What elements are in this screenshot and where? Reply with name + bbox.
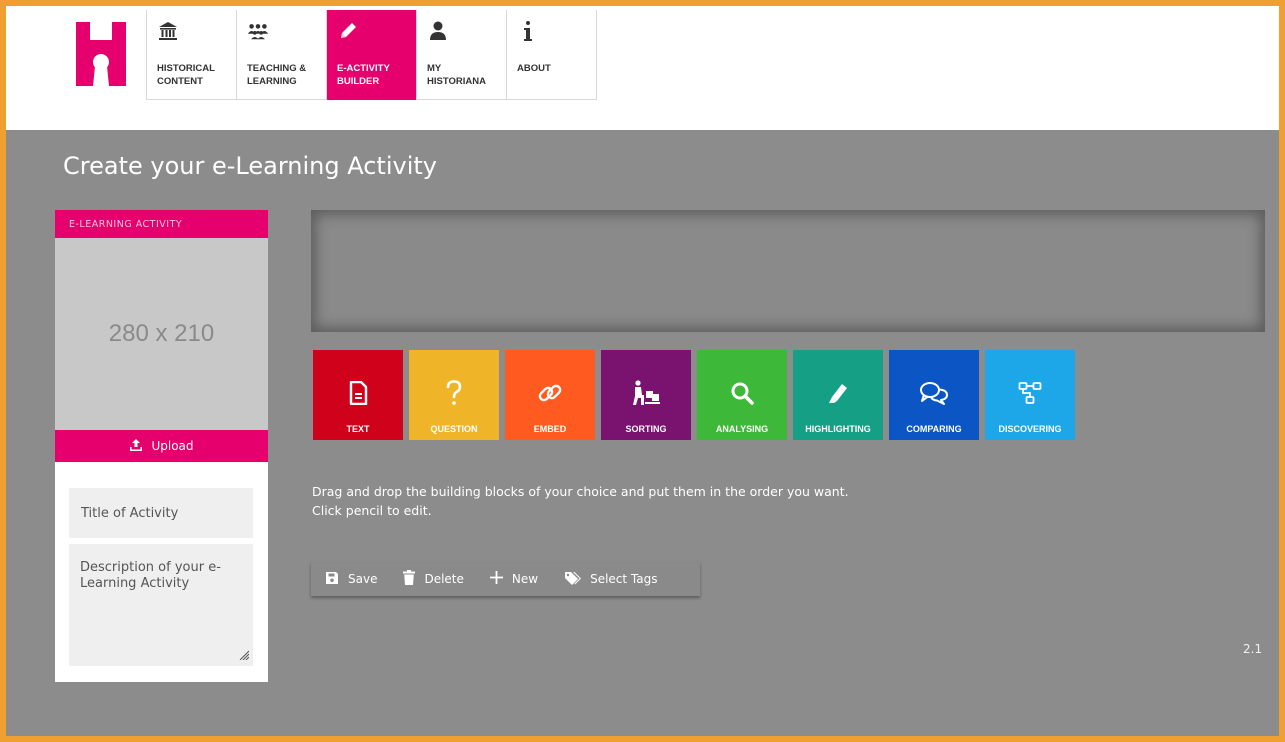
nav-about[interactable]: ABOUT [507, 10, 597, 100]
upload-label: Upload [151, 439, 194, 453]
sorting-icon [601, 378, 691, 408]
museum-icon [157, 20, 179, 42]
nav-e-activity-builder[interactable]: E-ACTIVITY BUILDER [327, 10, 417, 100]
select-tags-button[interactable]: Select Tags [564, 571, 658, 588]
nav-historical-content[interactable]: HISTORICAL CONTENT [147, 10, 237, 100]
block-question[interactable]: QUESTION [409, 350, 499, 440]
activity-toolbar: Save Delete New Select Tags [311, 562, 700, 596]
magnifier-icon [697, 378, 787, 408]
highlighter-icon [793, 378, 883, 408]
link-icon [505, 378, 595, 408]
instructions-line: Drag and drop the building blocks of you… [312, 484, 849, 499]
historiana-logo[interactable] [76, 22, 126, 86]
nav-label: HISTORICAL CONTENT [157, 63, 215, 87]
nav-label: E-ACTIVITY BUILDER [337, 63, 390, 87]
pencil-icon [337, 20, 359, 42]
resize-handle-icon[interactable] [239, 650, 249, 660]
block-comparing[interactable]: COMPARING [889, 350, 979, 440]
tags-icon [564, 571, 582, 588]
block-label: HIGHLIGHTING [805, 424, 871, 434]
delete-label: Delete [424, 572, 464, 586]
building-blocks: TEXT QUESTION EMBED SORTING ANALYSING HI… [313, 350, 1075, 440]
main-nav: HISTORICAL CONTENT TEACHING & LEARNING E… [146, 10, 597, 100]
activity-card: E-LEARNING ACTIVITY 280 x 210 Upload [55, 210, 268, 682]
activity-title-input[interactable] [69, 488, 253, 538]
instructions-text: Drag and drop the building blocks of you… [312, 482, 849, 520]
save-button[interactable]: Save [325, 571, 377, 588]
user-icon [427, 20, 449, 42]
block-label: SORTING [625, 424, 667, 434]
select-tags-label: Select Tags [590, 572, 658, 586]
block-text[interactable]: TEXT [313, 350, 403, 440]
nav-my-historiana[interactable]: MY HISTORIANA [417, 10, 507, 100]
save-label: Save [348, 572, 378, 586]
activity-drop-zone[interactable] [311, 210, 1265, 332]
builder-main: Create your e-Learning Activity E-LEARNI… [0, 130, 1285, 742]
info-icon [517, 20, 539, 42]
image-size-label: 280 x 210 [108, 320, 215, 347]
nav-label: MY HISTORIANA [427, 63, 486, 87]
plus-icon [489, 571, 503, 587]
group-icon [247, 20, 269, 42]
block-analysing[interactable]: ANALYSING [697, 350, 787, 440]
block-label: EMBED [533, 424, 567, 434]
block-embed[interactable]: EMBED [505, 350, 595, 440]
cover-image-placeholder[interactable]: 280 x 210 [55, 238, 268, 430]
nav-label: TEACHING & LEARNING [247, 63, 307, 87]
site-header: HISTORICAL CONTENT TEACHING & LEARNING E… [0, 0, 1285, 130]
block-discovering[interactable]: DISCOVERING [985, 350, 1075, 440]
speech-bubbles-icon [889, 378, 979, 408]
document-icon [313, 378, 403, 408]
block-sorting[interactable]: SORTING [601, 350, 691, 440]
block-label: COMPARING [906, 424, 962, 434]
nav-teaching-learning[interactable]: TEACHING & LEARNING [237, 10, 327, 100]
trash-icon [403, 570, 416, 588]
new-label: New [511, 572, 539, 586]
version-number: 2.1 [1243, 642, 1263, 656]
upload-icon [129, 438, 143, 455]
question-icon [409, 378, 499, 408]
block-label: DISCOVERING [998, 424, 1062, 434]
block-label: TEXT [346, 424, 370, 434]
page-title: Create your e-Learning Activity [63, 152, 437, 180]
instructions-line: Click pencil to edit. [312, 503, 432, 518]
upload-button[interactable]: Upload [55, 430, 268, 462]
block-label: ANALYSING [715, 424, 769, 434]
new-button[interactable]: New [489, 571, 539, 587]
delete-button[interactable]: Delete [403, 570, 464, 588]
nav-label: ABOUT [517, 63, 551, 74]
activity-description-input[interactable] [69, 544, 253, 666]
floppy-disk-icon [325, 571, 339, 588]
block-label: QUESTION [430, 424, 478, 434]
activity-card-header: E-LEARNING ACTIVITY [55, 210, 268, 238]
block-highlighting[interactable]: HIGHLIGHTING [793, 350, 883, 440]
nodes-icon [985, 378, 1075, 408]
